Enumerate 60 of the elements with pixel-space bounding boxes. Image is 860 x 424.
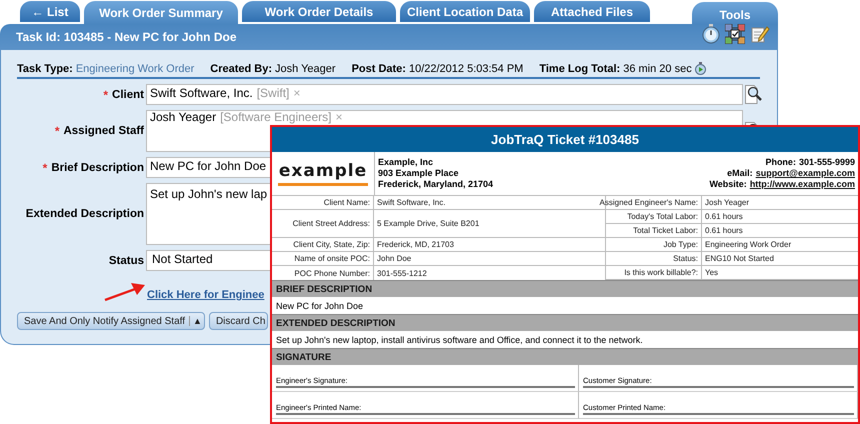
- detail-value: John Doe: [377, 254, 412, 263]
- field-value: Set up John's new lap: [150, 187, 268, 201]
- info-value: 10/22/2012 5:03:54 PM: [408, 62, 524, 74]
- info-label: Task Type:: [17, 62, 73, 74]
- field-value: Not Started: [152, 252, 213, 266]
- field-value: Josh Yeager: [150, 111, 216, 124]
- detail-value: Josh Yeager: [705, 198, 750, 207]
- section-heading: SIGNATURE: [272, 348, 858, 365]
- section-heading: BRIEF DESCRIPTION: [272, 280, 858, 297]
- detail-value: ENG10 Not Started: [705, 254, 774, 263]
- company-address-line: 903 Example Place: [378, 168, 460, 179]
- field-label: Client: [112, 88, 144, 100]
- detail-label: POC Phone Number:: [294, 268, 370, 278]
- detail-label: Job Type:: [663, 240, 698, 249]
- field-label: Status: [108, 254, 144, 266]
- detail-value: Yes: [705, 268, 718, 277]
- contact-value: 301-555-9999: [798, 157, 855, 168]
- field-label: Brief Description: [51, 162, 144, 174]
- detail-value: Swift Software, Inc.: [377, 198, 446, 207]
- company-logo: example: [278, 161, 368, 181]
- contact-label: eMail:: [727, 168, 753, 179]
- detail-label: Name of onsite POC:: [294, 254, 370, 263]
- field-label: Assigned Staff: [63, 125, 144, 137]
- detail-value: 5 Example Drive, Suite B201: [377, 219, 480, 228]
- detail-label: Client City, State, Zip:: [293, 240, 370, 249]
- section-text: New PC for John Doe: [276, 300, 364, 310]
- field-value: New PC for John Doe: [150, 159, 266, 173]
- required-mark: *: [54, 124, 60, 138]
- section-heading: EXTENDED DESCRIPTION: [272, 314, 858, 331]
- detail-label: Assigned Engineer's Name:: [600, 198, 698, 207]
- detail-label: Status:: [673, 254, 698, 263]
- required-mark: *: [103, 88, 108, 102]
- section-text: Set up John's new laptop, install antivirus software and Office, and connect it to the network.: [276, 334, 643, 344]
- field-label: Extended Description: [26, 208, 144, 220]
- detail-label: Is this work billable?:: [624, 268, 698, 277]
- contact-label: Website:: [709, 179, 747, 190]
- detail-label: Client Street Address:: [292, 219, 370, 228]
- detail-value: 0.61 hours: [705, 212, 743, 221]
- detail-value: Frederick, MD, 21703: [377, 240, 454, 249]
- task-title: Task Id: 103485 - New PC for John Doe: [16, 30, 237, 44]
- detail-label: Today's Total Labor:: [627, 212, 698, 221]
- contact-label: Phone:: [765, 157, 796, 168]
- info-label: Post Date:: [352, 62, 406, 74]
- info-value: Josh Yeager: [275, 62, 336, 74]
- company-address-line: Example, Inc: [378, 157, 434, 168]
- detail-label: Client Name:: [324, 198, 370, 207]
- info-value: 36 min 20 sec: [623, 62, 692, 74]
- required-mark: *: [42, 160, 48, 174]
- info-value: Engineering Work Order: [76, 62, 194, 74]
- info-label: Created By:: [210, 62, 272, 74]
- detail-label: Total Ticket Labor:: [633, 226, 698, 235]
- tag-text: [Software Engineers]: [220, 111, 332, 124]
- company-address-line: Frederick, Maryland, 21704: [378, 179, 494, 190]
- ticket-title: JobTraQ Ticket #103485: [491, 132, 639, 147]
- tag-text: [Swift]: [256, 86, 290, 100]
- detail-value: 301-555-1212: [377, 268, 427, 278]
- detail-value: 0.61 hours: [705, 226, 743, 235]
- detail-value: Engineering Work Order: [705, 240, 792, 249]
- info-label: Time Log Total:: [539, 62, 620, 74]
- field-value: Swift Software, Inc.: [150, 86, 253, 100]
